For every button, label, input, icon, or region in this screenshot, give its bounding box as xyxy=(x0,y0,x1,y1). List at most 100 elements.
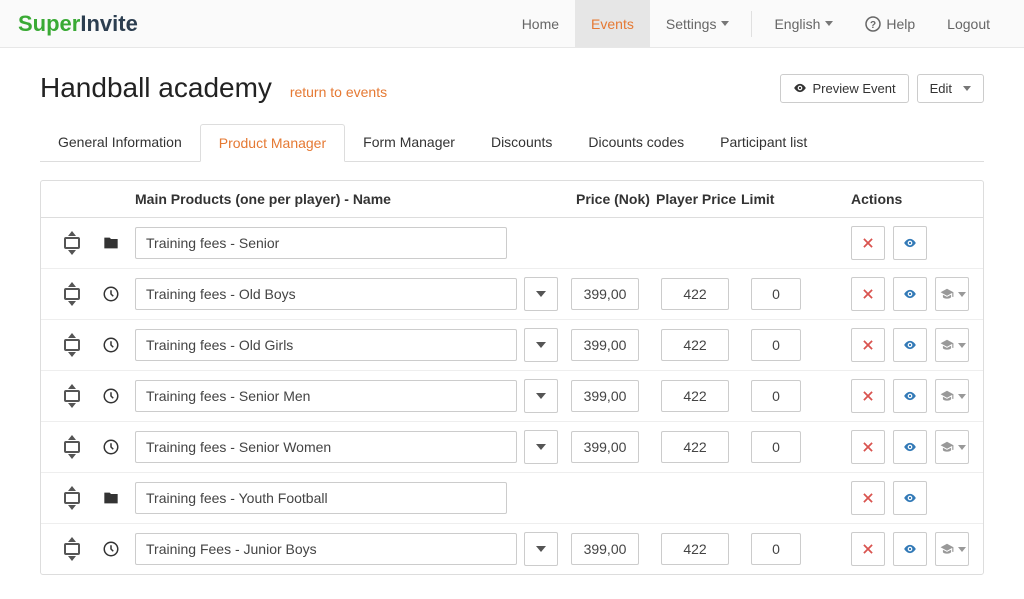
delete-icon xyxy=(861,287,875,301)
drag-handle-icon[interactable] xyxy=(61,384,83,408)
caret-icon xyxy=(958,343,966,348)
tab-discounts[interactable]: Discounts xyxy=(473,124,570,162)
drag-handle-icon[interactable] xyxy=(61,333,83,357)
delete-button[interactable] xyxy=(851,277,885,311)
tab-product-manager[interactable]: Product Manager xyxy=(200,124,345,162)
expand-button[interactable] xyxy=(524,328,558,362)
graduation-dropdown-button[interactable] xyxy=(935,328,969,362)
return-link[interactable]: return to events xyxy=(290,84,387,100)
delete-button[interactable] xyxy=(851,379,885,413)
delete-button[interactable] xyxy=(851,226,885,260)
eye-icon xyxy=(902,236,918,250)
price-input[interactable] xyxy=(571,278,639,310)
delete-icon xyxy=(861,491,875,505)
drag-handle-icon[interactable] xyxy=(61,231,83,255)
player-price-input[interactable] xyxy=(661,533,729,565)
expand-button[interactable] xyxy=(524,532,558,566)
visibility-button[interactable] xyxy=(893,481,927,515)
product-name-input[interactable] xyxy=(135,227,507,259)
limit-input[interactable] xyxy=(751,329,801,361)
nav-home[interactable]: Home xyxy=(506,0,575,47)
drag-handle-icon[interactable] xyxy=(61,537,83,561)
nav-logout[interactable]: Logout xyxy=(931,0,1006,47)
delete-icon xyxy=(861,440,875,454)
clock-icon xyxy=(102,540,120,558)
visibility-button[interactable] xyxy=(893,277,927,311)
nav-settings[interactable]: Settings xyxy=(650,0,746,47)
player-price-input[interactable] xyxy=(661,380,729,412)
product-name-input[interactable] xyxy=(135,380,517,412)
visibility-button[interactable] xyxy=(893,328,927,362)
limit-input[interactable] xyxy=(751,533,801,565)
graduation-dropdown-button[interactable] xyxy=(935,379,969,413)
delete-icon xyxy=(861,542,875,556)
row-actions xyxy=(851,532,971,566)
product-name-input[interactable] xyxy=(135,533,517,565)
products-table: Main Products (one per player) - Name Pr… xyxy=(40,180,984,575)
graduation-icon xyxy=(939,287,955,301)
limit-input[interactable] xyxy=(751,431,801,463)
table-row xyxy=(41,218,983,269)
graduation-dropdown-button[interactable] xyxy=(935,532,969,566)
brand-part1: Super xyxy=(18,11,80,36)
eye-icon xyxy=(902,491,918,505)
player-price-input[interactable] xyxy=(661,431,729,463)
graduation-icon xyxy=(939,338,955,352)
price-input[interactable] xyxy=(571,380,639,412)
delete-icon xyxy=(861,236,875,250)
delete-button[interactable] xyxy=(851,481,885,515)
graduation-dropdown-button[interactable] xyxy=(935,430,969,464)
player-price-input[interactable] xyxy=(661,278,729,310)
col-header-limit: Limit xyxy=(741,191,851,207)
eye-icon xyxy=(902,389,918,403)
svg-text:?: ? xyxy=(870,20,876,31)
graduation-dropdown-button[interactable] xyxy=(935,277,969,311)
chevron-down-icon xyxy=(536,444,546,450)
visibility-button[interactable] xyxy=(893,226,927,260)
nav-events[interactable]: Events xyxy=(575,0,650,47)
delete-button[interactable] xyxy=(851,328,885,362)
visibility-button[interactable] xyxy=(893,532,927,566)
product-name-input[interactable] xyxy=(135,329,517,361)
tab-bar: General Information Product Manager Form… xyxy=(40,124,984,162)
visibility-button[interactable] xyxy=(893,430,927,464)
limit-input[interactable] xyxy=(751,278,801,310)
edit-button[interactable]: Edit xyxy=(917,74,984,103)
drag-handle-icon[interactable] xyxy=(61,486,83,510)
clock-icon xyxy=(102,336,120,354)
row-actions xyxy=(851,226,971,260)
player-price-input[interactable] xyxy=(661,329,729,361)
limit-input[interactable] xyxy=(751,380,801,412)
tab-general-information[interactable]: General Information xyxy=(40,124,200,162)
tab-form-manager[interactable]: Form Manager xyxy=(345,124,473,162)
visibility-button[interactable] xyxy=(893,379,927,413)
tab-discount-codes[interactable]: Dicounts codes xyxy=(570,124,702,162)
drag-handle-icon[interactable] xyxy=(61,435,83,459)
price-input[interactable] xyxy=(571,533,639,565)
nav-separator xyxy=(751,11,752,37)
product-name-input[interactable] xyxy=(135,482,507,514)
drag-handle-icon[interactable] xyxy=(61,282,83,306)
col-header-price: Price (Nok) xyxy=(576,191,656,207)
expand-button[interactable] xyxy=(524,430,558,464)
price-input[interactable] xyxy=(571,329,639,361)
delete-button[interactable] xyxy=(851,430,885,464)
table-row xyxy=(41,371,983,422)
delete-button[interactable] xyxy=(851,532,885,566)
col-header-player-price: Player Price xyxy=(656,191,741,207)
page-title: Handball academy xyxy=(40,72,272,103)
nav-help[interactable]: ? Help xyxy=(849,0,931,47)
product-name-input[interactable] xyxy=(135,431,517,463)
tab-participant-list[interactable]: Participant list xyxy=(702,124,825,162)
table-row xyxy=(41,269,983,320)
caret-icon xyxy=(958,394,966,399)
brand-logo[interactable]: SuperInvite xyxy=(18,11,138,37)
price-input[interactable] xyxy=(571,431,639,463)
caret-icon xyxy=(825,21,833,26)
caret-icon xyxy=(963,86,971,91)
expand-button[interactable] xyxy=(524,379,558,413)
nav-language[interactable]: English xyxy=(758,0,849,47)
preview-event-button[interactable]: Preview Event xyxy=(780,74,909,103)
expand-button[interactable] xyxy=(524,277,558,311)
product-name-input[interactable] xyxy=(135,278,517,310)
